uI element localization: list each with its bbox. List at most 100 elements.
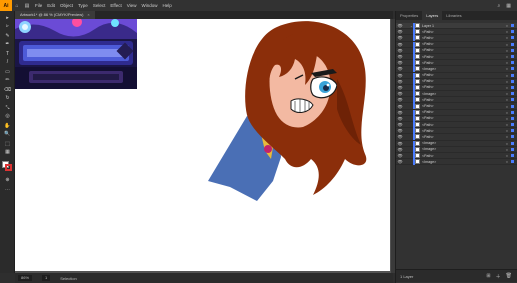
target-circle-icon[interactable]: ○ [506, 128, 508, 133]
selection-indicator[interactable] [511, 73, 514, 77]
layer-name[interactable]: <Path> [422, 110, 434, 114]
layer-name[interactable]: <Path> [422, 55, 434, 59]
target-circle-icon[interactable]: ○ [506, 79, 508, 84]
target-circle-icon[interactable]: ○ [506, 97, 508, 102]
tab-libraries[interactable]: Libraries [442, 11, 465, 20]
selection-indicator[interactable] [511, 42, 514, 46]
target-circle-icon[interactable]: ○ [506, 141, 508, 146]
artboard-number[interactable]: 1 [42, 275, 51, 281]
target-circle-icon[interactable]: ○ [506, 42, 508, 47]
layer-name[interactable]: Layer 1 [422, 24, 434, 28]
layout-icon[interactable]: ▤ [22, 3, 32, 9]
scale-tool-icon[interactable]: ⤡ [3, 105, 12, 111]
target-circle-icon[interactable]: ○ [506, 104, 508, 109]
visibility-eye-icon[interactable]: 👁 [396, 147, 404, 152]
target-circle-icon[interactable]: ○ [506, 60, 508, 65]
layer-name[interactable]: <Path> [422, 98, 434, 102]
close-icon[interactable]: × [87, 11, 89, 19]
graph-tool-icon[interactable]: ▦ [3, 149, 12, 155]
menu-type[interactable]: Type [78, 3, 88, 8]
new-sublayer-icon[interactable]: ⊞ [486, 273, 490, 280]
layer-row[interactable]: 👁 <Image> ○ [396, 159, 517, 166]
visibility-eye-icon[interactable]: 👁 [396, 104, 404, 109]
new-layer-icon[interactable]: ＋ [496, 273, 501, 280]
more-tools-icon[interactable]: ⋯ [3, 187, 12, 193]
target-circle-icon[interactable]: ○ [506, 122, 508, 127]
selection-indicator[interactable] [511, 92, 514, 96]
visibility-eye-icon[interactable]: 👁 [396, 73, 404, 78]
selection-indicator[interactable] [511, 160, 514, 164]
target-circle-icon[interactable]: ○ [506, 23, 508, 28]
selection-indicator[interactable] [511, 154, 514, 158]
trash-icon[interactable]: 🗑 [506, 273, 512, 280]
draw-mode-icon[interactable]: ⊕ [3, 177, 12, 183]
tab-layers[interactable]: Layers [422, 11, 443, 20]
pencil-tool-icon[interactable]: ✎ [3, 33, 12, 39]
type-tool-icon[interactable]: T [3, 51, 12, 57]
target-circle-icon[interactable]: ○ [506, 147, 508, 152]
selection-indicator[interactable] [511, 67, 514, 71]
zoom-tool-icon[interactable]: 🔍 [3, 131, 12, 137]
target-circle-icon[interactable]: ○ [506, 54, 508, 59]
target-circle-icon[interactable]: ○ [506, 110, 508, 115]
layer-name[interactable]: <Path> [422, 123, 434, 127]
visibility-eye-icon[interactable]: 👁 [396, 79, 404, 84]
layer-name[interactable]: <Path> [422, 85, 434, 89]
menu-object[interactable]: Object [60, 3, 73, 8]
selection-tool-icon[interactable]: ▸ [3, 15, 12, 21]
artboard-tool-icon[interactable]: ⬚ [3, 141, 12, 147]
grid-icon[interactable]: ▦ [506, 3, 511, 9]
visibility-eye-icon[interactable]: 👁 [396, 29, 404, 34]
selection-indicator[interactable] [511, 55, 514, 59]
visibility-eye-icon[interactable]: 👁 [396, 122, 404, 127]
menu-help[interactable]: Help [162, 3, 171, 8]
home-icon[interactable]: ⌂ [12, 3, 22, 9]
visibility-eye-icon[interactable]: 👁 [396, 128, 404, 133]
selection-indicator[interactable] [511, 104, 514, 108]
visibility-eye-icon[interactable]: 👁 [396, 42, 404, 47]
target-circle-icon[interactable]: ○ [506, 73, 508, 78]
menu-effect[interactable]: Effect [110, 3, 121, 8]
selection-indicator[interactable] [511, 30, 514, 34]
stroke-swatch[interactable] [5, 164, 12, 171]
layer-name[interactable]: <Image> [422, 160, 436, 164]
target-circle-icon[interactable]: ○ [506, 116, 508, 121]
target-circle-icon[interactable]: ○ [506, 29, 508, 34]
document-tab[interactable]: Artwork1* @ 86 % (CMYK/Preview) × [15, 11, 95, 19]
target-circle-icon[interactable]: ○ [506, 48, 508, 53]
layer-name[interactable]: <Path> [422, 135, 434, 139]
hand-tool-icon[interactable]: ✋ [3, 123, 12, 129]
visibility-eye-icon[interactable]: 👁 [396, 85, 404, 90]
menu-select[interactable]: Select [93, 3, 106, 8]
target-circle-icon[interactable]: ○ [506, 85, 508, 90]
layer-name[interactable]: <Image> [422, 67, 436, 71]
selection-indicator[interactable] [511, 98, 514, 102]
menu-window[interactable]: Window [141, 3, 157, 8]
visibility-eye-icon[interactable]: 👁 [396, 91, 404, 96]
visibility-eye-icon[interactable]: 👁 [396, 110, 404, 115]
layer-name[interactable]: <Path> [422, 61, 434, 65]
selection-indicator[interactable] [511, 141, 514, 145]
visibility-eye-icon[interactable]: 👁 [396, 66, 404, 71]
target-circle-icon[interactable]: ○ [506, 35, 508, 40]
pen-tool-icon[interactable]: ✒ [3, 41, 12, 47]
layer-name[interactable]: <Path> [422, 36, 434, 40]
selection-indicator[interactable] [511, 135, 514, 139]
brush-tool-icon[interactable]: ✏ [3, 77, 12, 83]
visibility-eye-icon[interactable]: 👁 [396, 141, 404, 146]
target-circle-icon[interactable]: ○ [506, 153, 508, 158]
layer-name[interactable]: <Path> [422, 73, 434, 77]
rectangle-tool-icon[interactable]: ▭ [3, 69, 12, 75]
selection-indicator[interactable] [511, 48, 514, 52]
rotate-tool-icon[interactable]: ↻ [3, 95, 12, 101]
eraser-tool-icon[interactable]: ⌫ [3, 87, 12, 93]
visibility-eye-icon[interactable]: 👁 [396, 48, 404, 53]
layer-name[interactable]: <Path> [422, 154, 434, 158]
visibility-eye-icon[interactable]: 👁 [396, 116, 404, 121]
layer-name[interactable]: <Path> [422, 129, 434, 133]
layer-name[interactable]: <Path> [422, 48, 434, 52]
target-circle-icon[interactable]: ○ [506, 134, 508, 139]
layer-name[interactable]: <Path> [422, 42, 434, 46]
selection-indicator[interactable] [511, 85, 514, 89]
direct-selection-tool-icon[interactable]: ▹ [3, 23, 12, 29]
